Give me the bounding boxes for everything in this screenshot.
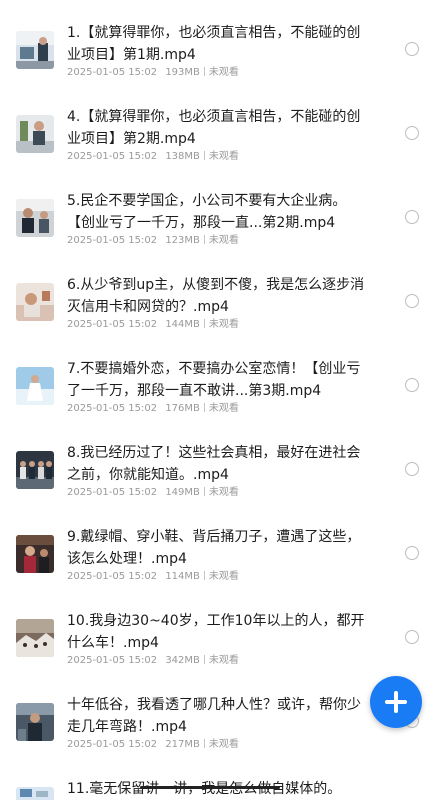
item-date: 2025-01-05 15:02	[67, 403, 158, 414]
video-thumbnail	[16, 31, 54, 69]
item-size: 176MB	[165, 403, 200, 414]
list-item[interactable]: 8.我已经历过了！这些社会真相，最好在进社会之前，你就能知道。.mp4 2025…	[0, 440, 441, 524]
item-size: 144MB	[165, 319, 200, 330]
item-status: 未观看	[208, 487, 239, 498]
item-title: 10.我身边30~40岁，工作10年以上的人，都开什么车！.mp4	[67, 613, 365, 651]
item-date: 2025-01-05 15:02	[67, 319, 158, 330]
select-radio[interactable]	[405, 42, 419, 56]
item-size: 217MB	[165, 739, 200, 750]
item-size: 193MB	[165, 67, 200, 78]
video-thumbnail	[16, 787, 54, 800]
item-title: 6.从少爷到up主，从傻到不傻，我是怎么逐步消灭信用卡和网贷的？.mp4	[67, 277, 365, 315]
video-thumbnail	[16, 619, 54, 657]
item-title: 9.戴绿帽、穿小鞋、背后捅刀子，遭遇了这些，该怎么处理！.mp4	[67, 529, 361, 567]
video-thumbnail	[16, 115, 54, 153]
item-title: 11.毫无保留讲一讲，我是怎么做自媒体的。	[67, 781, 342, 797]
item-meta: 2025-01-05 15:02 123MB 未观看	[67, 235, 239, 247]
video-thumbnail	[16, 283, 54, 321]
overlay-line	[140, 786, 280, 789]
item-status: 未观看	[208, 319, 239, 330]
item-size: 149MB	[165, 487, 200, 498]
select-radio[interactable]	[405, 126, 419, 140]
item-meta: 2025-01-05 15:02 144MB 未观看	[67, 319, 239, 331]
item-title: 1.【就算得罪你，也必须直言相告，不能碰的创业项目】第1期.mp4	[67, 25, 361, 63]
item-title: 5.民企不要学国企，小公司不要有大企业病。【创业亏了一千万，那段一直...第2期…	[67, 193, 347, 231]
item-status: 未观看	[208, 235, 239, 246]
item-date: 2025-01-05 15:02	[67, 571, 158, 582]
list-item[interactable]: 1.【就算得罪你，也必须直言相告，不能碰的创业项目】第1期.mp4 2025-0…	[0, 20, 441, 104]
list-item[interactable]: 9.戴绿帽、穿小鞋、背后捅刀子，遭遇了这些，该怎么处理！.mp4 2025-01…	[0, 524, 441, 608]
item-date: 2025-01-05 15:02	[67, 235, 158, 246]
video-thumbnail	[16, 199, 54, 237]
video-thumbnail	[16, 703, 54, 741]
item-meta: 2025-01-05 15:02 149MB 未观看	[67, 487, 239, 499]
item-status: 未观看	[208, 655, 239, 666]
list-item[interactable]: 5.民企不要学国企，小公司不要有大企业病。【创业亏了一千万，那段一直...第2期…	[0, 188, 441, 272]
list-item[interactable]: 10.我身边30~40岁，工作10年以上的人，都开什么车！.mp4 2025-0…	[0, 608, 441, 692]
item-size: 114MB	[165, 571, 200, 582]
item-meta: 2025-01-05 15:02 217MB 未观看	[67, 739, 239, 751]
select-radio[interactable]	[405, 630, 419, 644]
item-meta: 2025-01-05 15:02 114MB 未观看	[67, 571, 239, 583]
item-status: 未观看	[208, 67, 239, 78]
select-radio[interactable]	[405, 462, 419, 476]
item-status: 未观看	[208, 739, 239, 750]
video-thumbnail	[16, 535, 54, 573]
select-radio[interactable]	[405, 546, 419, 560]
item-date: 2025-01-05 15:02	[67, 739, 158, 750]
item-size: 138MB	[165, 151, 200, 162]
item-date: 2025-01-05 15:02	[67, 67, 158, 78]
select-radio[interactable]	[405, 378, 419, 392]
video-thumbnail	[16, 451, 54, 489]
video-thumbnail	[16, 367, 54, 405]
add-button[interactable]	[370, 676, 422, 728]
item-meta: 2025-01-05 15:02 138MB 未观看	[67, 151, 239, 163]
select-radio[interactable]	[405, 210, 419, 224]
item-status: 未观看	[208, 403, 239, 414]
item-status: 未观看	[208, 151, 239, 162]
select-radio[interactable]	[405, 294, 419, 308]
item-meta: 2025-01-05 15:02 342MB 未观看	[67, 655, 239, 667]
item-date: 2025-01-05 15:02	[67, 151, 158, 162]
item-title: 7.不要搞婚外恋，不要搞办公室恋情！【创业亏了一千万，那段一直不敢讲...第3期…	[67, 361, 361, 399]
item-title: 4.【就算得罪你，也必须直言相告，不能碰的创业项目】第2期.mp4	[67, 109, 361, 147]
list-item[interactable]: 6.从少爷到up主，从傻到不傻，我是怎么逐步消灭信用卡和网贷的？.mp4 202…	[0, 272, 441, 356]
item-meta: 2025-01-05 15:02 176MB 未观看	[67, 403, 239, 415]
list-item[interactable]: 7.不要搞婚外恋，不要搞办公室恋情！【创业亏了一千万，那段一直不敢讲...第3期…	[0, 356, 441, 440]
item-title: 8.我已经历过了！这些社会真相，最好在进社会之前，你就能知道。.mp4	[67, 445, 361, 483]
list-item[interactable]: 4.【就算得罪你，也必须直言相告，不能碰的创业项目】第2期.mp4 2025-0…	[0, 104, 441, 188]
item-size: 342MB	[165, 655, 200, 666]
item-size: 123MB	[165, 235, 200, 246]
item-date: 2025-01-05 15:02	[67, 487, 158, 498]
item-status: 未观看	[208, 571, 239, 582]
item-title: 十年低谷，我看透了哪几种人性？或许，帮你少走几年弯路！.mp4	[67, 697, 361, 735]
item-meta: 2025-01-05 15:02 193MB 未观看	[67, 67, 239, 79]
item-date: 2025-01-05 15:02	[67, 655, 158, 666]
